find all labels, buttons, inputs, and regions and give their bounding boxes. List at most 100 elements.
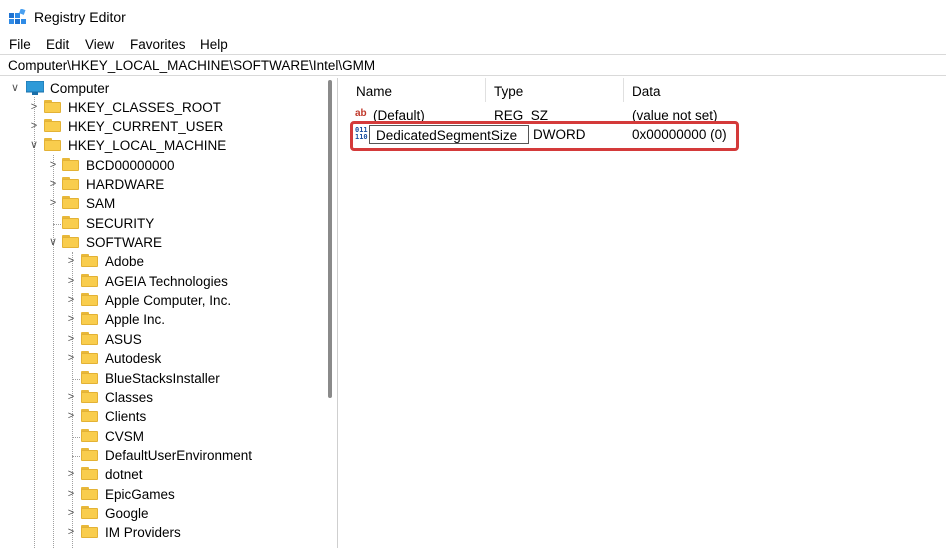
chevron-right-icon[interactable]: > bbox=[64, 408, 78, 424]
chevron-right-icon[interactable]: > bbox=[64, 273, 78, 289]
chevron-right-icon[interactable]: > bbox=[64, 466, 78, 482]
tree-item-label: Computer bbox=[50, 81, 110, 96]
tree-item[interactable]: DefaultUserEnvironment bbox=[0, 446, 320, 465]
folder-icon bbox=[81, 254, 98, 267]
window-title: Registry Editor bbox=[34, 9, 126, 25]
chevron-right-icon[interactable]: > bbox=[64, 389, 78, 405]
folder-icon bbox=[81, 293, 98, 306]
column-separator[interactable] bbox=[623, 78, 624, 102]
folder-icon bbox=[81, 332, 98, 345]
folder-icon bbox=[81, 429, 98, 442]
scrollbar-thumb[interactable] bbox=[328, 80, 332, 398]
folder-icon bbox=[81, 448, 98, 461]
tree-item[interactable]: > HKEY_CLASSES_ROOT bbox=[0, 98, 320, 117]
chevron-right-icon[interactable]: > bbox=[64, 350, 78, 366]
column-header-name[interactable]: Name bbox=[356, 84, 392, 99]
tree-item[interactable]: SECURITY bbox=[0, 214, 320, 233]
tree-item-label: SECURITY bbox=[86, 216, 155, 231]
chevron-down-icon[interactable]: ∨ bbox=[27, 137, 41, 153]
menu-view[interactable]: View bbox=[85, 37, 114, 52]
tree-scrollbar[interactable] bbox=[323, 80, 335, 548]
tree-item-label: DefaultUserEnvironment bbox=[105, 448, 253, 463]
folder-icon bbox=[62, 177, 79, 190]
chevron-right-icon[interactable]: > bbox=[27, 118, 41, 134]
chevron-right-icon[interactable]: > bbox=[64, 505, 78, 521]
tree-item[interactable]: > AGEIA Technologies bbox=[0, 272, 320, 291]
chevron-right-icon[interactable]: > bbox=[46, 157, 60, 173]
title-bar: Registry Editor bbox=[0, 0, 950, 32]
tree-item[interactable]: > HARDWARE bbox=[0, 175, 320, 194]
column-separator[interactable] bbox=[485, 78, 486, 102]
tree-item-label: Adobe bbox=[105, 254, 145, 269]
tree-item[interactable]: ∨ SOFTWARE bbox=[0, 233, 320, 252]
folder-icon bbox=[81, 274, 98, 287]
folder-icon bbox=[44, 138, 61, 151]
chevron-right-icon[interactable]: > bbox=[64, 253, 78, 269]
tree-item-computer[interactable]: ∨ Computer bbox=[0, 79, 320, 98]
tree-item-label: CVSM bbox=[105, 429, 145, 444]
chevron-right-icon[interactable]: > bbox=[64, 311, 78, 327]
tree-item[interactable]: CVSM bbox=[0, 427, 320, 446]
chevron-down-icon[interactable]: ∨ bbox=[8, 80, 22, 96]
highlight-annotation bbox=[350, 121, 739, 151]
folder-icon bbox=[81, 371, 98, 384]
chevron-right-icon[interactable]: > bbox=[64, 292, 78, 308]
folder-icon bbox=[81, 467, 98, 480]
tree-item[interactable]: > Classes bbox=[0, 388, 320, 407]
tree-item-label: Google bbox=[105, 506, 149, 521]
folder-icon bbox=[62, 196, 79, 209]
folder-icon bbox=[81, 487, 98, 500]
folder-icon bbox=[81, 506, 98, 519]
tree-item-label: BlueStacksInstaller bbox=[105, 371, 220, 386]
tree-item-label: Clients bbox=[105, 409, 147, 424]
column-header-data[interactable]: Data bbox=[632, 84, 661, 99]
column-header-type[interactable]: Type bbox=[494, 84, 523, 99]
folder-icon bbox=[81, 390, 98, 403]
tree-item[interactable]: > Clients bbox=[0, 407, 320, 426]
menu-bar: File Edit View Favorites Help bbox=[0, 34, 950, 54]
tree-item-label: IM Providers bbox=[105, 525, 181, 540]
tree-item[interactable]: > Autodesk bbox=[0, 349, 320, 368]
computer-icon bbox=[26, 81, 44, 95]
chevron-right-icon[interactable]: > bbox=[64, 486, 78, 502]
folder-icon bbox=[81, 351, 98, 364]
tree-item-label: ASUS bbox=[105, 332, 142, 347]
tree-item[interactable]: > Google bbox=[0, 504, 320, 523]
tree-item-label: SOFTWARE bbox=[86, 235, 162, 250]
folder-icon bbox=[62, 235, 79, 248]
chevron-right-icon[interactable]: > bbox=[27, 99, 41, 115]
chevron-down-icon[interactable]: ∨ bbox=[46, 234, 60, 250]
chevron-right-icon[interactable]: > bbox=[64, 331, 78, 347]
tree-item[interactable]: ∨ HKEY_LOCAL_MACHINE bbox=[0, 136, 320, 155]
tree-item-label: HKEY_CLASSES_ROOT bbox=[68, 100, 222, 115]
tree-item-label: dotnet bbox=[105, 467, 143, 482]
tree-item[interactable]: > BCD00000000 bbox=[0, 156, 320, 175]
address-bar[interactable]: Computer\HKEY_LOCAL_MACHINE\SOFTWARE\Int… bbox=[0, 54, 946, 76]
tree-item-label: Apple Inc. bbox=[105, 312, 166, 327]
address-path[interactable]: Computer\HKEY_LOCAL_MACHINE\SOFTWARE\Int… bbox=[8, 58, 375, 73]
folder-icon bbox=[81, 409, 98, 422]
tree-item[interactable]: > Apple Inc. bbox=[0, 310, 320, 329]
folder-icon bbox=[62, 216, 79, 229]
tree-item-label: HKEY_CURRENT_USER bbox=[68, 119, 224, 134]
tree-item[interactable]: > EpicGames bbox=[0, 485, 320, 504]
tree-item[interactable]: > Adobe bbox=[0, 252, 320, 271]
folder-icon bbox=[81, 312, 98, 325]
tree-item-label: Apple Computer, Inc. bbox=[105, 293, 232, 308]
tree-item[interactable]: > ASUS bbox=[0, 330, 320, 349]
tree-item[interactable]: > SAM bbox=[0, 194, 320, 213]
menu-edit[interactable]: Edit bbox=[46, 37, 69, 52]
tree-item-label: BCD00000000 bbox=[86, 158, 175, 173]
tree-item[interactable]: > dotnet bbox=[0, 465, 320, 484]
chevron-right-icon[interactable]: > bbox=[46, 195, 60, 211]
menu-favorites[interactable]: Favorites bbox=[130, 37, 186, 52]
menu-file[interactable]: File bbox=[9, 37, 31, 52]
tree-item[interactable]: > IM Providers bbox=[0, 523, 320, 542]
tree-item-label: AGEIA Technologies bbox=[105, 274, 228, 289]
tree-item[interactable]: > HKEY_CURRENT_USER bbox=[0, 117, 320, 136]
tree-item[interactable]: BlueStacksInstaller bbox=[0, 369, 320, 388]
chevron-right-icon[interactable]: > bbox=[64, 524, 78, 540]
menu-help[interactable]: Help bbox=[200, 37, 228, 52]
chevron-right-icon[interactable]: > bbox=[46, 176, 60, 192]
tree-item[interactable]: > Apple Computer, Inc. bbox=[0, 291, 320, 310]
